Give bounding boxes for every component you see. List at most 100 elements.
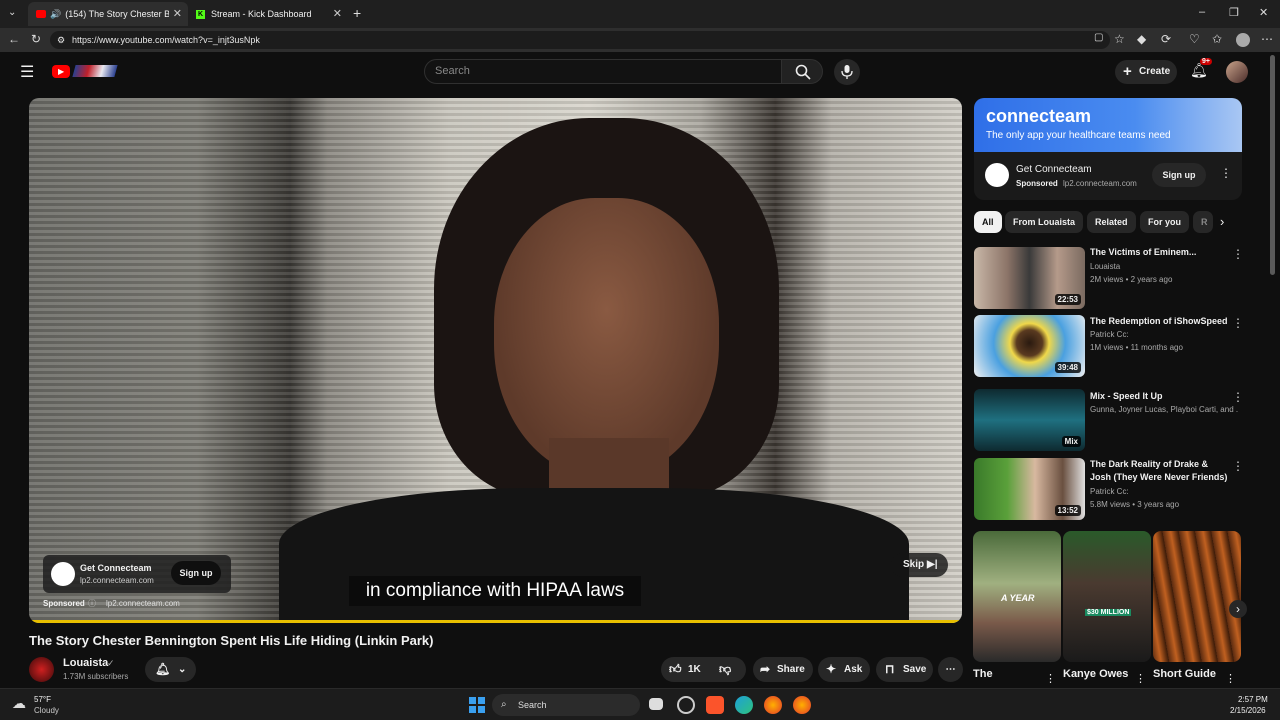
- reader-view-icon[interactable]: ▢: [1094, 32, 1103, 43]
- rec-more-icon[interactable]: ⋮: [1232, 459, 1244, 473]
- short-title[interactable]: Short Guide: [1153, 668, 1216, 680]
- ad-card-signup-button[interactable]: Sign up: [171, 561, 221, 585]
- channel-name[interactable]: Louaista: [63, 657, 108, 669]
- connecteam-logo-icon: [985, 163, 1009, 187]
- video-player[interactable]: Get Connecteam lp2.connecteam.com Sign u…: [29, 98, 962, 623]
- channel-avatar[interactable]: [29, 657, 54, 682]
- rec-title[interactable]: The Redemption of iShowSpeed: [1090, 315, 1230, 328]
- tab-kick[interactable]: K Stream - Kick Dashboard ✕: [188, 2, 348, 26]
- rec-thumbnail[interactable]: 13:52: [974, 458, 1085, 520]
- video-duration: 22:53: [1054, 294, 1081, 305]
- favorite-star-icon[interactable]: ☆: [1114, 32, 1125, 46]
- close-tab-icon[interactable]: ✕: [333, 7, 342, 20]
- rec-title[interactable]: The Dark Reality of Drake & Josh (They W…: [1090, 458, 1230, 484]
- rec-thumbnail[interactable]: Mix: [974, 389, 1085, 451]
- short-thumbnail[interactable]: [1153, 531, 1241, 662]
- tab-list-dropdown-icon[interactable]: ⌄: [8, 7, 16, 18]
- minimize-icon[interactable]: –: [1199, 6, 1205, 18]
- like-button[interactable]: 👍︎: [669, 657, 682, 682]
- rec-thumbnail[interactable]: 39:48: [974, 315, 1085, 377]
- sponsored-domain[interactable]: lp2.connecteam.com: [106, 599, 180, 608]
- clock-time[interactable]: 2:57 PM: [1238, 695, 1268, 704]
- rec-more-icon[interactable]: ⋮: [1232, 316, 1244, 330]
- close-tab-icon[interactable]: ✕: [173, 7, 182, 20]
- rec-channel[interactable]: Louaista: [1090, 262, 1120, 271]
- edge-browser-icon[interactable]: [735, 696, 753, 714]
- firefox-icon-2[interactable]: [793, 696, 811, 714]
- skip-ad-button[interactable]: Skip ▶|: [891, 553, 948, 577]
- windows-start-icon[interactable]: [469, 697, 485, 713]
- short-more-icon[interactable]: ⋮: [1225, 672, 1236, 685]
- taskbar-search[interactable]: ⌕ Search: [492, 694, 640, 716]
- ad-signup-button[interactable]: Sign up: [1152, 163, 1206, 187]
- chip-label: For you: [1148, 217, 1181, 227]
- chip-related[interactable]: Related: [1087, 211, 1136, 233]
- chip-from-louaista[interactable]: From Louaista: [1005, 211, 1084, 233]
- tab-youtube[interactable]: 🔊 (154) The Story Chester Bennington ✕: [28, 2, 188, 26]
- cloud-weather-icon[interactable]: ☁: [12, 695, 26, 712]
- chip-partial[interactable]: R: [1193, 211, 1213, 233]
- short-title[interactable]: Kanye Owes: [1063, 668, 1128, 680]
- firefox-icon[interactable]: [764, 696, 782, 714]
- ad-card[interactable]: Get Connecteam lp2.connecteam.com Sign u…: [43, 555, 231, 593]
- rec-thumbnail[interactable]: 22:53: [974, 247, 1085, 309]
- chip-all[interactable]: All: [974, 211, 1002, 233]
- short-thumbnail[interactable]: $30 MILLION: [1063, 531, 1151, 662]
- short-more-icon[interactable]: ⋮: [1045, 672, 1056, 685]
- settings-app-icon[interactable]: [677, 696, 695, 714]
- rec-title[interactable]: The Victims of Eminem...: [1090, 246, 1230, 259]
- reload-icon[interactable]: ↻: [31, 32, 41, 46]
- rec-more-icon[interactable]: ⋮: [1232, 390, 1244, 404]
- doodle-logo[interactable]: [72, 65, 118, 77]
- hamburger-menu-icon[interactable]: ☰: [20, 62, 34, 82]
- extension-icon[interactable]: ◆: [1137, 32, 1146, 46]
- ad-progress-bar[interactable]: [29, 620, 962, 623]
- subscribe-bell-button[interactable]: 🔔︎ ⌄: [145, 657, 196, 682]
- rec-channel[interactable]: Patrick Cc:: [1090, 487, 1129, 496]
- youtube-header: ☰ ▶ Search + Create 🔔︎ 9+: [0, 52, 1280, 92]
- site-info-icon[interactable]: ⚙: [57, 31, 65, 49]
- notifications-button[interactable]: 🔔︎ 9+: [1190, 58, 1212, 82]
- restore-icon[interactable]: ❐: [1229, 6, 1239, 19]
- window-close-icon[interactable]: ✕: [1259, 6, 1268, 19]
- chevron-right-icon[interactable]: ›: [1220, 214, 1224, 229]
- shorts-next-icon[interactable]: ›: [1229, 600, 1247, 618]
- rec-channel[interactable]: Patrick Cc:: [1090, 330, 1129, 339]
- search-input[interactable]: Search: [424, 59, 782, 84]
- short-title[interactable]: The: [973, 668, 993, 680]
- address-bar[interactable]: ⚙ https://www.youtube.com/watch?v=_injt3…: [50, 31, 1110, 49]
- ask-button[interactable]: ✦ Ask: [818, 657, 870, 682]
- favorites-icon[interactable]: ✩: [1212, 32, 1222, 46]
- dislike-button[interactable]: 👎︎: [719, 657, 731, 682]
- rec-more-icon[interactable]: ⋮: [1232, 247, 1244, 261]
- browser-essentials-icon[interactable]: ♡: [1189, 32, 1200, 46]
- back-icon[interactable]: ←: [8, 32, 20, 46]
- sidebar-ad-banner[interactable]: connecteam The only app your healthcare …: [974, 98, 1242, 152]
- task-view-icon[interactable]: [649, 698, 663, 710]
- chip-for-you[interactable]: For you: [1140, 211, 1189, 233]
- more-actions-button[interactable]: ⋯: [938, 657, 963, 682]
- weather-temp[interactable]: 57°F: [34, 695, 51, 704]
- brave-browser-icon[interactable]: [706, 696, 724, 714]
- sidebar-ad-body[interactable]: Get Connecteam Sponsored lp2.connecteam.…: [974, 152, 1242, 200]
- short-thumbnail[interactable]: A YEAR: [973, 531, 1061, 662]
- more-menu-icon[interactable]: ⋯: [1261, 32, 1273, 46]
- voice-search-button[interactable]: [834, 59, 860, 85]
- profile-avatar-icon[interactable]: [1236, 33, 1250, 47]
- speaker-icon[interactable]: 🔊: [50, 9, 61, 20]
- clock-date[interactable]: 2/15/2026: [1230, 706, 1266, 715]
- rec-channel[interactable]: Gunna, Joyner Lucas, Playboi Carti, and …: [1090, 405, 1238, 414]
- rec-title[interactable]: Mix - Speed It Up: [1090, 390, 1230, 403]
- new-tab-icon[interactable]: +: [353, 5, 361, 21]
- create-button[interactable]: + Create: [1115, 60, 1177, 84]
- share-button[interactable]: ➦ Share: [753, 657, 813, 682]
- youtube-logo[interactable]: ▶: [52, 65, 70, 78]
- account-avatar[interactable]: [1226, 61, 1248, 83]
- page-scrollbar[interactable]: [1270, 55, 1275, 275]
- save-button[interactable]: ⊓ Save: [876, 657, 933, 682]
- search-button[interactable]: [781, 59, 823, 84]
- ad-more-icon[interactable]: ⋮: [1220, 166, 1232, 180]
- refresh-extension-icon[interactable]: ⟳: [1161, 32, 1171, 46]
- short-more-icon[interactable]: ⋮: [1135, 672, 1146, 685]
- info-icon[interactable]: ⓘ: [88, 598, 96, 609]
